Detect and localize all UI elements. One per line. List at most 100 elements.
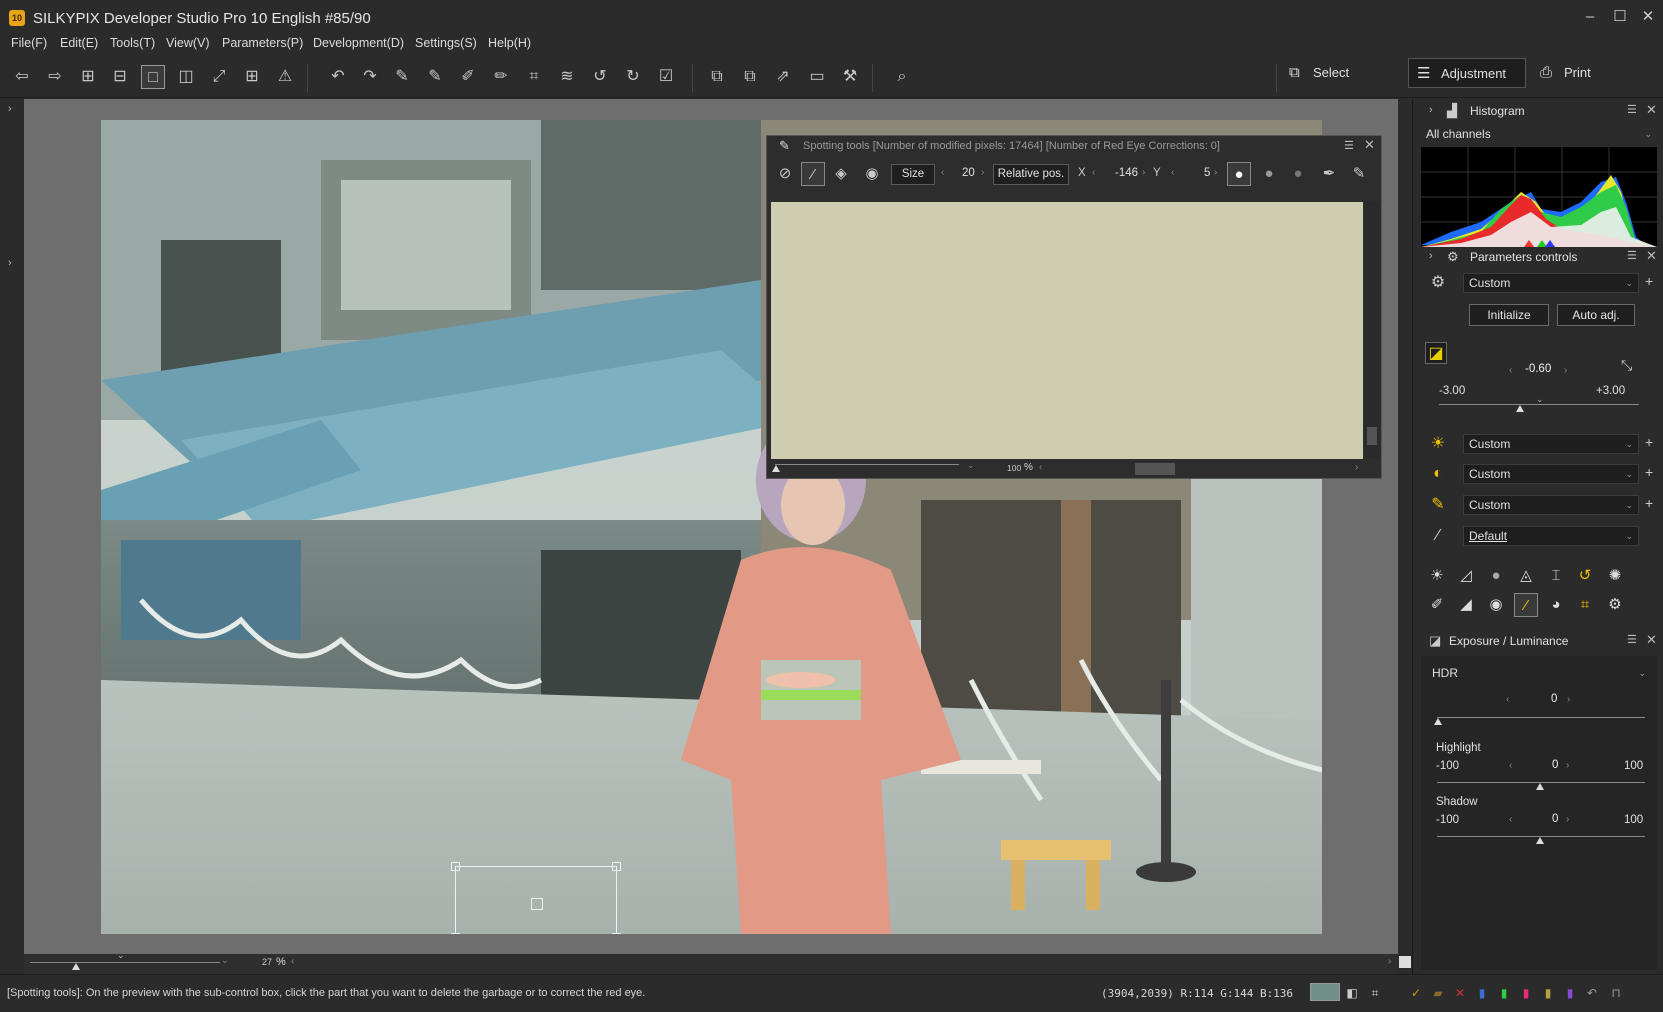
spot-removal-icon[interactable]: ⁄ <box>801 162 825 186</box>
exposure-tool-icon[interactable]: ☀ <box>1425 564 1449 588</box>
single-view-icon[interactable]: □ <box>141 65 165 89</box>
crop-indicator-icon[interactable]: ⌗ <box>1367 985 1383 1001</box>
tag-yellow-icon[interactable]: ▮ <box>1540 985 1556 1001</box>
resize-handle-bottom-right[interactable] <box>612 933 621 934</box>
lock-icon[interactable]: ⊓ <box>1608 985 1624 1001</box>
color-tool-icon[interactable]: ● <box>1484 564 1508 588</box>
menu-settings[interactable]: Settings(S) <box>415 36 477 50</box>
paste-params-icon[interactable]: ✎ <box>423 65 447 89</box>
partial-correction-tool-icon[interactable]: ◕ <box>1544 593 1568 617</box>
layers-icon[interactable]: ≋ <box>555 65 579 89</box>
slideshow-icon[interactable]: ▭ <box>805 65 829 89</box>
gradient-tool-icon[interactable]: ◢ <box>1454 593 1478 617</box>
sub-control-box[interactable] <box>451 862 621 934</box>
undo-icon[interactable]: ↶ <box>326 65 350 89</box>
exposure-increase-icon[interactable]: › <box>1564 365 1567 376</box>
sub-control-center[interactable] <box>531 898 543 910</box>
warning-icon[interactable]: ⚠ <box>273 65 297 89</box>
composite-tool-icon[interactable]: ⚙ <box>1603 593 1627 617</box>
x-value[interactable]: -146 <box>1115 167 1138 179</box>
resize-handle-top-left[interactable] <box>451 862 460 871</box>
exposure-value[interactable]: -0.60 <box>1525 363 1551 375</box>
hdr-increase-icon[interactable]: › <box>1567 694 1570 705</box>
spotting-vscroll-thumb[interactable] <box>1367 427 1377 445</box>
rotate-right-icon[interactable]: ↻ <box>621 65 645 89</box>
parameters-menu-icon[interactable]: ☰ <box>1627 249 1637 262</box>
exposure-slider-track[interactable] <box>1439 404 1639 405</box>
hard-brush-icon[interactable]: ● <box>1227 162 1251 186</box>
size-decrease-icon[interactable]: ‹ <box>941 167 944 178</box>
preview-scroll-left-icon[interactable]: ‹ <box>291 956 294 967</box>
resize-handle-bottom-left[interactable] <box>451 933 460 934</box>
relative-pos-button[interactable]: Relative pos. <box>993 164 1069 185</box>
white-balance-select[interactable]: Custom ⌄ <box>1463 434 1639 454</box>
sharpness-icon[interactable]: ✎ <box>1427 494 1449 516</box>
exposure-panel-header[interactable]: ◪ Exposure / Luminance ☰ ✕ <box>1413 630 1663 652</box>
auto-adj-button[interactable]: Auto adj. <box>1557 304 1635 326</box>
spotting-tool-icon[interactable]: ⁄ <box>1514 593 1538 617</box>
tag-purple-icon[interactable]: ▮ <box>1562 985 1578 1001</box>
mark-icon[interactable]: ☑ <box>654 65 678 89</box>
tag-green-icon[interactable]: ▮ <box>1496 985 1512 1001</box>
spotting-zoom-dropdown-icon[interactable]: ⌄ <box>967 460 975 471</box>
spotting-zoom-track[interactable] <box>775 464 959 465</box>
export-icon[interactable]: ⇗ <box>771 65 795 89</box>
x-increase-icon[interactable]: › <box>1142 167 1145 178</box>
taste-select[interactable]: Default ⌄ <box>1463 526 1639 546</box>
tag-pink-icon[interactable]: ▮ <box>1518 985 1534 1001</box>
folder-icon[interactable]: ▰ <box>1430 985 1446 1001</box>
highlight-slider-knob[interactable] <box>1536 783 1544 790</box>
next-image-icon[interactable]: ⇨ <box>43 65 67 89</box>
rotation-tool-icon[interactable]: ↺ <box>1573 564 1597 588</box>
menu-parameters[interactable]: Parameters(P) <box>222 36 303 50</box>
zoom-slider-track[interactable] <box>30 962 220 963</box>
fisheye-tool-icon[interactable]: ◉ <box>1484 593 1508 617</box>
resize-handle-top-right[interactable] <box>612 862 621 871</box>
add-tone-icon[interactable]: + <box>1645 464 1653 480</box>
spotting-vertical-scrollbar[interactable] <box>1365 202 1379 459</box>
compare-icon[interactable]: ◧ <box>1344 985 1360 1001</box>
spotting-hscroll-thumb[interactable] <box>1135 463 1175 475</box>
menu-file[interactable]: File(F) <box>11 36 47 50</box>
spotting-zoom-knob[interactable] <box>772 465 780 472</box>
fullscreen-icon[interactable]: ⤢ <box>207 65 231 89</box>
histogram-channel-select[interactable]: All channels ⌄ <box>1421 125 1657 145</box>
menu-development[interactable]: Development(D) <box>313 36 404 50</box>
x-decrease-icon[interactable]: ‹ <box>1092 167 1095 178</box>
redo-icon[interactable]: ↷ <box>358 65 382 89</box>
copy-params-icon[interactable]: ✎ <box>390 65 414 89</box>
exposure-panel-close-icon[interactable]: ✕ <box>1646 632 1657 648</box>
taste-icon[interactable]: ⁄ <box>1427 525 1449 547</box>
y-decrease-icon[interactable]: ‹ <box>1171 167 1174 178</box>
shadow-slider-knob[interactable] <box>1536 837 1544 844</box>
exposure-bias-icon[interactable]: ◪ <box>1425 342 1447 364</box>
zoom-slider-knob[interactable] <box>72 963 80 970</box>
expand-left-panel-2-icon[interactable]: › <box>8 257 12 269</box>
crop-icon[interactable]: ⌗ <box>522 65 546 89</box>
add-sharpness-icon[interactable]: + <box>1645 495 1653 511</box>
compare-view-icon[interactable]: ◫ <box>174 65 198 89</box>
hdr-value[interactable]: 0 <box>1551 693 1557 705</box>
lens-tool-icon[interactable]: ✺ <box>1603 564 1627 588</box>
zoom-dropdown-icon[interactable]: ⌄ <box>221 955 229 966</box>
eraser-icon[interactable]: ◈ <box>829 162 853 186</box>
exposure-panel-menu-icon[interactable]: ☰ <box>1627 633 1637 646</box>
size-increase-icon[interactable]: › <box>981 167 984 178</box>
soft-brush-icon[interactable]: ● <box>1286 162 1310 186</box>
shadow-value[interactable]: 0 <box>1552 813 1558 825</box>
shadow-increase-icon[interactable]: › <box>1566 814 1569 825</box>
print-mode-button[interactable]: ⎙ Print <box>1532 58 1632 88</box>
loupe-icon[interactable]: ⌕ <box>890 65 914 89</box>
dodge-tool-icon[interactable]: ✐ <box>1425 593 1449 617</box>
menu-tools[interactable]: Tools(T) <box>110 36 155 50</box>
eye-icon[interactable]: ◉ <box>860 162 884 186</box>
y-value[interactable]: 5 <box>1204 167 1210 179</box>
menu-edit[interactable]: Edit(E) <box>60 36 98 50</box>
sharpness-select[interactable]: Custom ⌄ <box>1463 495 1639 515</box>
brush-icon[interactable]: ✏ <box>489 65 513 89</box>
highlight-decrease-icon[interactable]: ‹ <box>1509 760 1512 771</box>
menu-view[interactable]: View(V) <box>166 36 210 50</box>
spotting-scroll-left-icon[interactable]: ‹ <box>1039 462 1042 473</box>
noise-tool-icon[interactable]: ⌶ <box>1544 564 1568 588</box>
y-increase-icon[interactable]: › <box>1214 167 1217 178</box>
